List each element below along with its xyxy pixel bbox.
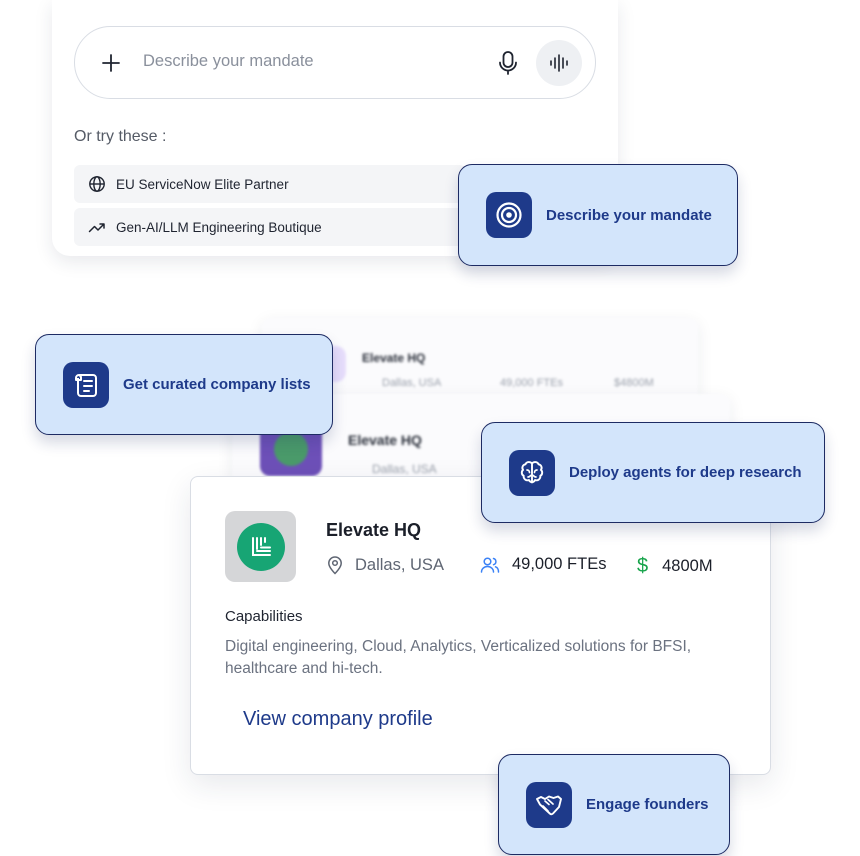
company-ftes: 49,000 FTEs: [480, 555, 606, 574]
company-name: Elevate HQ: [348, 432, 422, 448]
users-icon: [480, 556, 500, 573]
suggestion-item[interactable]: EU ServiceNow Elite Partner: [74, 165, 466, 203]
callout-label: Deploy agents for deep research: [569, 464, 802, 481]
search-bar[interactable]: Describe your mandate: [74, 26, 596, 99]
globe-icon: [89, 176, 105, 192]
suggestion-item[interactable]: Gen-AI/LLM Engineering Boutique: [74, 208, 466, 246]
company-name: Elevate HQ: [362, 351, 426, 365]
location-text: Dallas, USA: [355, 555, 444, 574]
view-profile-link[interactable]: View company profile: [243, 708, 433, 731]
company-logo-mark: [236, 522, 285, 571]
callout-deploy-agents: Deploy agents for deep research: [481, 422, 825, 523]
search-input[interactable]: Describe your mandate: [143, 52, 314, 71]
company-ftes: 49,000 FTEs: [500, 377, 563, 389]
microphone-icon[interactable]: [495, 49, 521, 77]
company-logo: [225, 511, 296, 582]
company-revenue: $ 4800M: [637, 555, 713, 578]
company-revenue: $4800M: [614, 377, 654, 389]
brain-icon: [509, 449, 555, 496]
callout-describe-mandate: Describe your mandate: [458, 164, 738, 266]
scroll-icon: [63, 361, 109, 408]
company-location: Dallas, USA: [382, 377, 442, 389]
plus-icon[interactable]: [99, 51, 123, 75]
company-name: Elevate HQ: [326, 520, 422, 540]
callout-engage-founders: Engage founders: [498, 754, 730, 855]
company-location: Dallas, USA: [327, 555, 444, 575]
suggestions-heading: Or try these :: [74, 128, 167, 145]
callout-label: Get curated company lists: [123, 376, 311, 393]
ftes-text: 49,000 FTEs: [512, 555, 607, 573]
callout-label: Engage founders: [586, 796, 709, 813]
suggestion-label: EU ServiceNow Elite Partner: [116, 176, 289, 192]
voice-mode-button[interactable]: [536, 40, 582, 86]
handshake-icon: [526, 781, 572, 828]
waveform-icon: [550, 54, 568, 72]
revenue-text: 4800M: [662, 557, 713, 575]
capabilities-text: Digital engineering, Cloud, Analytics, V…: [225, 638, 692, 677]
trending-up-icon: [88, 223, 105, 233]
callout-curated-lists: Get curated company lists: [35, 334, 333, 435]
target-icon: [486, 192, 532, 238]
dollar-icon: $: [637, 555, 649, 577]
location-pin-icon: [328, 556, 342, 575]
capabilities-heading: Capabilities: [225, 608, 303, 625]
callout-label: Describe your mandate: [546, 206, 712, 224]
company-location: Dallas, USA: [372, 462, 437, 476]
suggestion-label: Gen-AI/LLM Engineering Boutique: [116, 219, 322, 235]
